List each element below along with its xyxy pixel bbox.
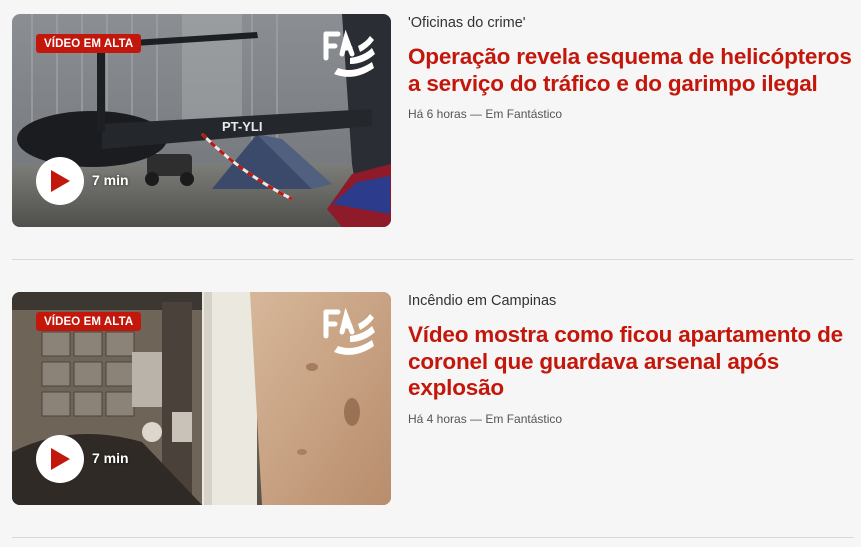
published-time: Há 6 horas <box>408 107 467 121</box>
item-hat: Incêndio em Campinas <box>408 293 557 309</box>
video-thumbnail[interactable]: VÍDEO EM ALTA 7 min <box>12 292 391 505</box>
play-button[interactable] <box>36 435 84 483</box>
list-item: VÍDEO EM ALTA 7 min Incêndio em Campinas… <box>12 292 854 506</box>
list-item: PT-YLI VÍDEO EM ALTA 7 min 'Oficinas do … <box>12 14 854 228</box>
item-text: Incêndio em Campinas Vídeo mostra como f… <box>408 292 854 426</box>
play-icon <box>51 170 70 192</box>
trending-video-badge: VÍDEO EM ALTA <box>36 34 142 53</box>
meta-separator: — <box>470 107 483 121</box>
video-duration: 7 min <box>92 450 129 466</box>
divider <box>12 259 854 260</box>
play-icon <box>51 448 70 470</box>
headline-link[interactable]: Operação revela esquema de helicópteros … <box>408 44 854 97</box>
play-button[interactable] <box>36 157 84 205</box>
trending-video-badge: VÍDEO EM ALTA <box>36 312 142 331</box>
video-duration: 7 min <box>92 172 129 188</box>
fantastico-logo-icon <box>323 307 375 355</box>
registration-text: PT-YLI <box>222 119 262 134</box>
item-hat: 'Oficinas do crime' <box>408 15 526 31</box>
headline-link[interactable]: Vídeo mostra como ficou apartamento de c… <box>408 322 854 402</box>
item-meta: Há 6 horas — Em Fantástico <box>408 107 854 121</box>
divider <box>12 537 854 538</box>
fantastico-logo-icon <box>323 29 375 77</box>
item-text: 'Oficinas do crime' Operação revela esqu… <box>408 14 854 121</box>
video-thumbnail[interactable]: PT-YLI VÍDEO EM ALTA 7 min <box>12 14 391 227</box>
item-source: Em Fantástico <box>485 411 563 426</box>
news-feed: PT-YLI VÍDEO EM ALTA 7 min 'Oficinas do … <box>0 0 861 547</box>
published-time: Há 4 horas <box>408 411 467 426</box>
item-meta: Há 4 horas — Em Fantástico <box>408 412 854 426</box>
meta-separator: — <box>470 411 483 426</box>
item-source: Em Fantástico <box>485 107 563 121</box>
